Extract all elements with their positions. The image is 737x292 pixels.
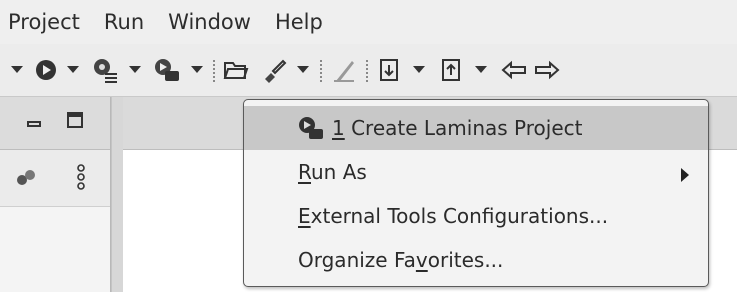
menu-item-label: External Tools Configurations... [298,204,609,228]
view-header [0,97,110,150]
view-menu-icon[interactable] [76,164,86,194]
back-icon[interactable] [496,44,532,96]
menu-window[interactable]: Window [156,10,263,34]
minimize-icon[interactable] [26,115,42,134]
chevron-down-icon[interactable] [124,44,146,96]
run-icon[interactable] [30,44,62,96]
menu-run[interactable]: Run [92,10,156,34]
chevron-down-icon[interactable] [292,44,314,96]
annotation-up-icon[interactable] [434,44,470,96]
menu-item-label: Run As [298,160,367,184]
forward-icon[interactable] [532,44,562,96]
chevron-down-icon[interactable] [6,44,28,96]
menu-item-run-as[interactable]: Run As [244,150,708,194]
coverage-icon[interactable] [88,44,122,96]
menu-item-organize-favorites[interactable]: Organize Favorites... [244,238,708,282]
view-toolbar [0,150,110,207]
chevron-down-icon[interactable] [186,44,208,96]
open-folder-icon[interactable] [218,44,254,96]
submenu-arrow-icon [680,164,690,188]
toolbar-separator [213,60,215,82]
brush-icon[interactable] [256,44,292,96]
menu-bar: Project Run Window Help [0,0,737,44]
menu-item-external-tools-configurations[interactable]: External Tools Configurations... [244,194,708,238]
left-view-panel [0,97,111,292]
menu-item-create-laminas-project[interactable]: 1 Create Laminas Project [244,106,708,150]
toolbar-separator [320,60,322,82]
laminas-project-icon [298,116,324,145]
collapse-all-icon[interactable] [16,168,38,192]
menu-item-label: Organize Favorites... [298,248,504,272]
menu-project[interactable]: Project [0,10,92,34]
laminas-run-icon[interactable] [150,44,184,96]
chevron-down-icon[interactable] [470,44,492,96]
chevron-down-icon[interactable] [62,44,84,96]
chevron-down-icon[interactable] [408,44,430,96]
annotation-icon[interactable] [372,44,408,96]
menu-item-label: 1 Create Laminas Project [332,116,583,140]
maximize-icon[interactable] [66,111,84,133]
toolbar-separator [366,60,368,82]
toolbar [0,44,737,97]
laminas-run-dropdown-menu: 1 Create Laminas Project Run As External… [243,99,709,287]
menu-help[interactable]: Help [263,10,335,34]
pen-icon[interactable] [326,44,362,96]
